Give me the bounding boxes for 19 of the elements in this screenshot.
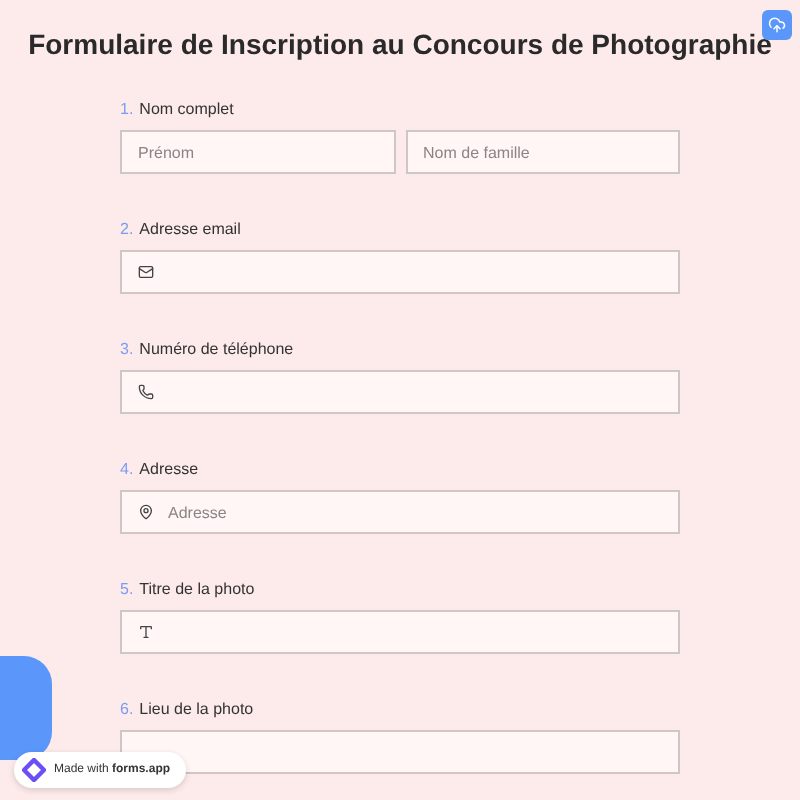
logo-icon [22, 758, 46, 782]
cloud-upload-icon [768, 16, 786, 34]
input-field[interactable]: Prénom [120, 130, 395, 174]
question-label: 3. Numéro de téléphone [120, 338, 296, 362]
question-label: 5. Titre de la photo [120, 578, 257, 602]
question-label: 6. Lieu de la photo [120, 698, 256, 722]
map-pin-icon [138, 504, 154, 520]
text-icon [138, 624, 154, 640]
phone-icon [138, 384, 154, 400]
question-label: 2. Adresse email [120, 218, 243, 242]
mail-icon [138, 264, 154, 280]
input-field[interactable] [120, 250, 680, 294]
input-field[interactable] [120, 370, 680, 414]
question-label: 1. Nom complet [120, 98, 236, 122]
input-field[interactable] [120, 610, 680, 654]
input-field[interactable]: Nom de famille [405, 130, 680, 174]
input-field[interactable]: Adresse [120, 490, 680, 534]
form-title: Formulaire de Inscription au Concours de Photographie [28, 28, 772, 60]
question-label: 4. Adresse [120, 458, 201, 482]
